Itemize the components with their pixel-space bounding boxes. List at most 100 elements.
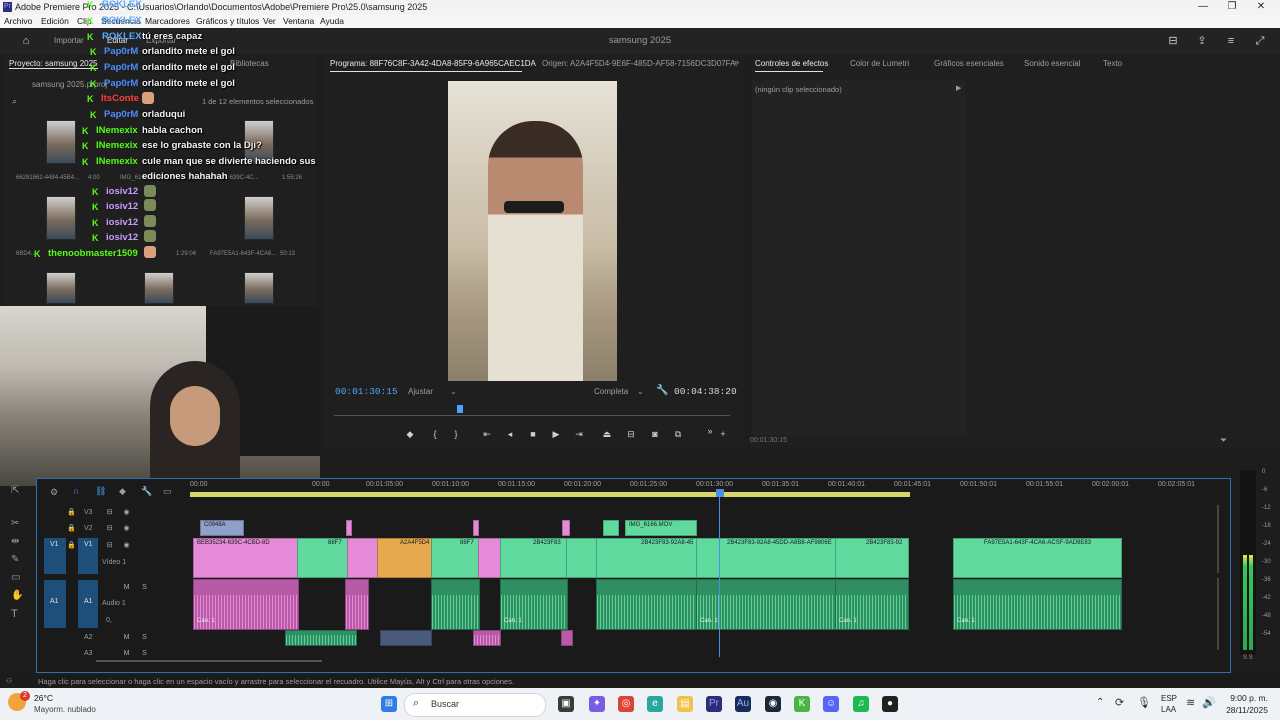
video-clip[interactable]: BEB35234-639C-4CBD-8D <box>193 538 299 578</box>
mark-out-icon[interactable]: } <box>450 428 462 440</box>
camera-icon[interactable]: ◙ <box>649 428 661 440</box>
kick-icon[interactable]: K <box>794 696 810 712</box>
video-clip[interactable]: 88F7 <box>431 538 480 578</box>
audio-clip[interactable]: Can. 1 <box>953 579 1122 630</box>
audition-icon[interactable]: Au <box>735 696 751 712</box>
video-clip[interactable] <box>346 520 352 536</box>
audio-clip[interactable] <box>561 630 573 646</box>
solo-button[interactable]: S <box>140 633 149 642</box>
task-view-icon[interactable]: ▣ <box>558 696 574 712</box>
video-clip[interactable]: IMG_6166.MOV <box>625 520 697 536</box>
tab-text[interactable]: Texto <box>1103 59 1122 68</box>
steam-icon[interactable]: ◉ <box>765 696 781 712</box>
marker-icon[interactable]: ◆ <box>404 428 416 440</box>
audio-clip[interactable]: Can. 1 <box>835 579 909 630</box>
premiere-icon[interactable]: Pr <box>706 696 722 712</box>
type-tool-icon[interactable]: T <box>11 608 18 620</box>
audio-clip[interactable]: Can. 1 <box>193 579 299 630</box>
audio-clip[interactable] <box>345 579 369 630</box>
step-back-icon[interactable]: ◂ <box>504 428 516 440</box>
track-label-a2[interactable]: A2 <box>84 634 93 641</box>
close-button[interactable]: ✕ <box>1251 1 1271 13</box>
mute-button[interactable]: M <box>122 649 131 658</box>
video-clip[interactable]: 88F7 <box>297 538 349 578</box>
audio-clip[interactable] <box>596 579 698 630</box>
media-thumbnail[interactable] <box>144 272 174 304</box>
stop-icon[interactable]: ■ <box>527 428 539 440</box>
video-clip[interactable]: A2A4F5D4 <box>377 538 433 578</box>
tab-lumetri-color[interactable]: Color de Lumetri <box>850 59 909 68</box>
pen-tool-icon[interactable]: ✎ <box>11 554 19 565</box>
clock-date[interactable]: 28/11/2025 <box>1222 705 1268 715</box>
audio-clip[interactable]: Can. 1 <box>696 579 837 630</box>
panel-more-icon[interactable]: » <box>734 57 739 67</box>
workspaces-icon[interactable]: ⊟ <box>1167 35 1179 47</box>
timeline-playhead[interactable] <box>719 497 720 657</box>
weather-desc[interactable]: Mayorm. nublado <box>34 705 96 714</box>
program-timecode[interactable]: 00:01:30:15 <box>335 386 398 397</box>
clock-time[interactable]: 9:00 p. m. <box>1230 693 1268 703</box>
wrench-icon[interactable]: 🔧 <box>656 385 668 396</box>
video-clip[interactable] <box>603 520 619 536</box>
eye-icon[interactable]: ◉ <box>122 541 131 550</box>
lock-icon[interactable]: 🔒 <box>67 541 76 550</box>
video-clip[interactable]: 2B423F83-92A8-45DD-A8B8-AF9806E <box>696 538 837 578</box>
audio-clip[interactable] <box>473 630 501 646</box>
eye-icon[interactable]: ◉ <box>122 524 131 533</box>
wifi-icon[interactable]: ≋ <box>1186 696 1195 709</box>
keyboard-layout[interactable]: LAA <box>1161 705 1176 714</box>
audio-clip[interactable] <box>431 579 480 630</box>
track-label-a3[interactable]: A3 <box>84 650 93 657</box>
program-scrub-bar[interactable] <box>334 415 730 416</box>
settings-icon[interactable]: ⚙ <box>50 487 58 498</box>
go-to-in-icon[interactable]: ⇤ <box>481 428 493 440</box>
timeline-playhead-handle[interactable] <box>716 489 724 497</box>
video-clip[interactable] <box>473 520 479 536</box>
maximize-button[interactable]: ❐ <box>1222 1 1242 13</box>
chevron-down-icon[interactable]: ⌄ <box>637 387 644 396</box>
go-to-out-icon[interactable]: ⇥ <box>573 428 585 440</box>
media-thumbnail[interactable] <box>46 272 76 304</box>
rectangle-tool-icon[interactable]: ▭ <box>11 572 20 583</box>
track-label-v3[interactable]: V3 <box>84 509 93 516</box>
video-clip[interactable]: FA97E5A1-643F-4CA6-ACSF-9AD9E83 <box>953 538 1122 578</box>
program-tab[interactable]: Programa: 88F76C8F-3A42-4DA8-85F9-6A965C… <box>330 59 536 68</box>
menu-icon[interactable]: ≡ <box>1225 35 1237 47</box>
video-clip[interactable]: 2B423F83 <box>500 538 568 578</box>
mute-button[interactable]: M <box>122 633 131 642</box>
linked-selection-icon[interactable]: ⛓ <box>95 486 106 497</box>
quality-dropdown[interactable]: Completa <box>594 387 628 396</box>
solo-button[interactable]: S <box>140 649 149 658</box>
mute-button[interactable]: M <box>122 583 131 592</box>
chevron-up-icon[interactable]: ⌃ <box>1096 697 1104 708</box>
ripple-tool-icon[interactable]: ⇹ <box>11 536 19 547</box>
program-playhead[interactable] <box>457 405 463 413</box>
file-explorer-icon[interactable]: ▤ <box>677 696 693 712</box>
track-volume[interactable]: 0, <box>106 617 112 624</box>
edge-icon[interactable]: e <box>647 696 663 712</box>
search-box[interactable]: ⌕ Buscar <box>404 693 546 717</box>
weather-temp[interactable]: 26°C <box>34 693 53 703</box>
timeline-horizontal-scrollbar[interactable] <box>96 660 322 662</box>
sync-tray-icon[interactable]: ⟳ <box>1115 696 1124 709</box>
expand-arrow-icon[interactable]: ▶ <box>956 84 961 92</box>
audio-clip[interactable] <box>285 630 357 646</box>
add-button-icon[interactable]: + <box>717 428 729 440</box>
video-clip[interactable]: 2B423F83-92A8-45 <box>596 538 698 578</box>
video-clip[interactable]: C0948A <box>200 520 244 536</box>
extract-icon[interactable]: ⊟ <box>625 428 637 440</box>
snap-icon[interactable]: ∩ <box>73 486 79 496</box>
add-marker-icon[interactable]: ◆ <box>119 486 126 497</box>
video-tracks-scrollbar[interactable] <box>1217 505 1219 573</box>
chevron-down-icon[interactable]: ⌄ <box>450 387 457 396</box>
obs-icon[interactable]: ● <box>882 696 898 712</box>
wrench-icon[interactable]: 🔧 <box>141 486 152 497</box>
language-indicator[interactable]: ESP <box>1161 694 1177 703</box>
discord-icon[interactable]: ☺ <box>823 696 839 712</box>
selection-tool-icon[interactable]: ⇱ <box>11 485 19 496</box>
work-area-bar[interactable] <box>190 492 910 497</box>
media-thumbnail[interactable] <box>244 272 274 304</box>
solo-button[interactable]: S <box>140 583 149 592</box>
fullscreen-icon[interactable]: ⤢ <box>1254 35 1266 47</box>
more-controls-icon[interactable]: » <box>704 425 716 437</box>
